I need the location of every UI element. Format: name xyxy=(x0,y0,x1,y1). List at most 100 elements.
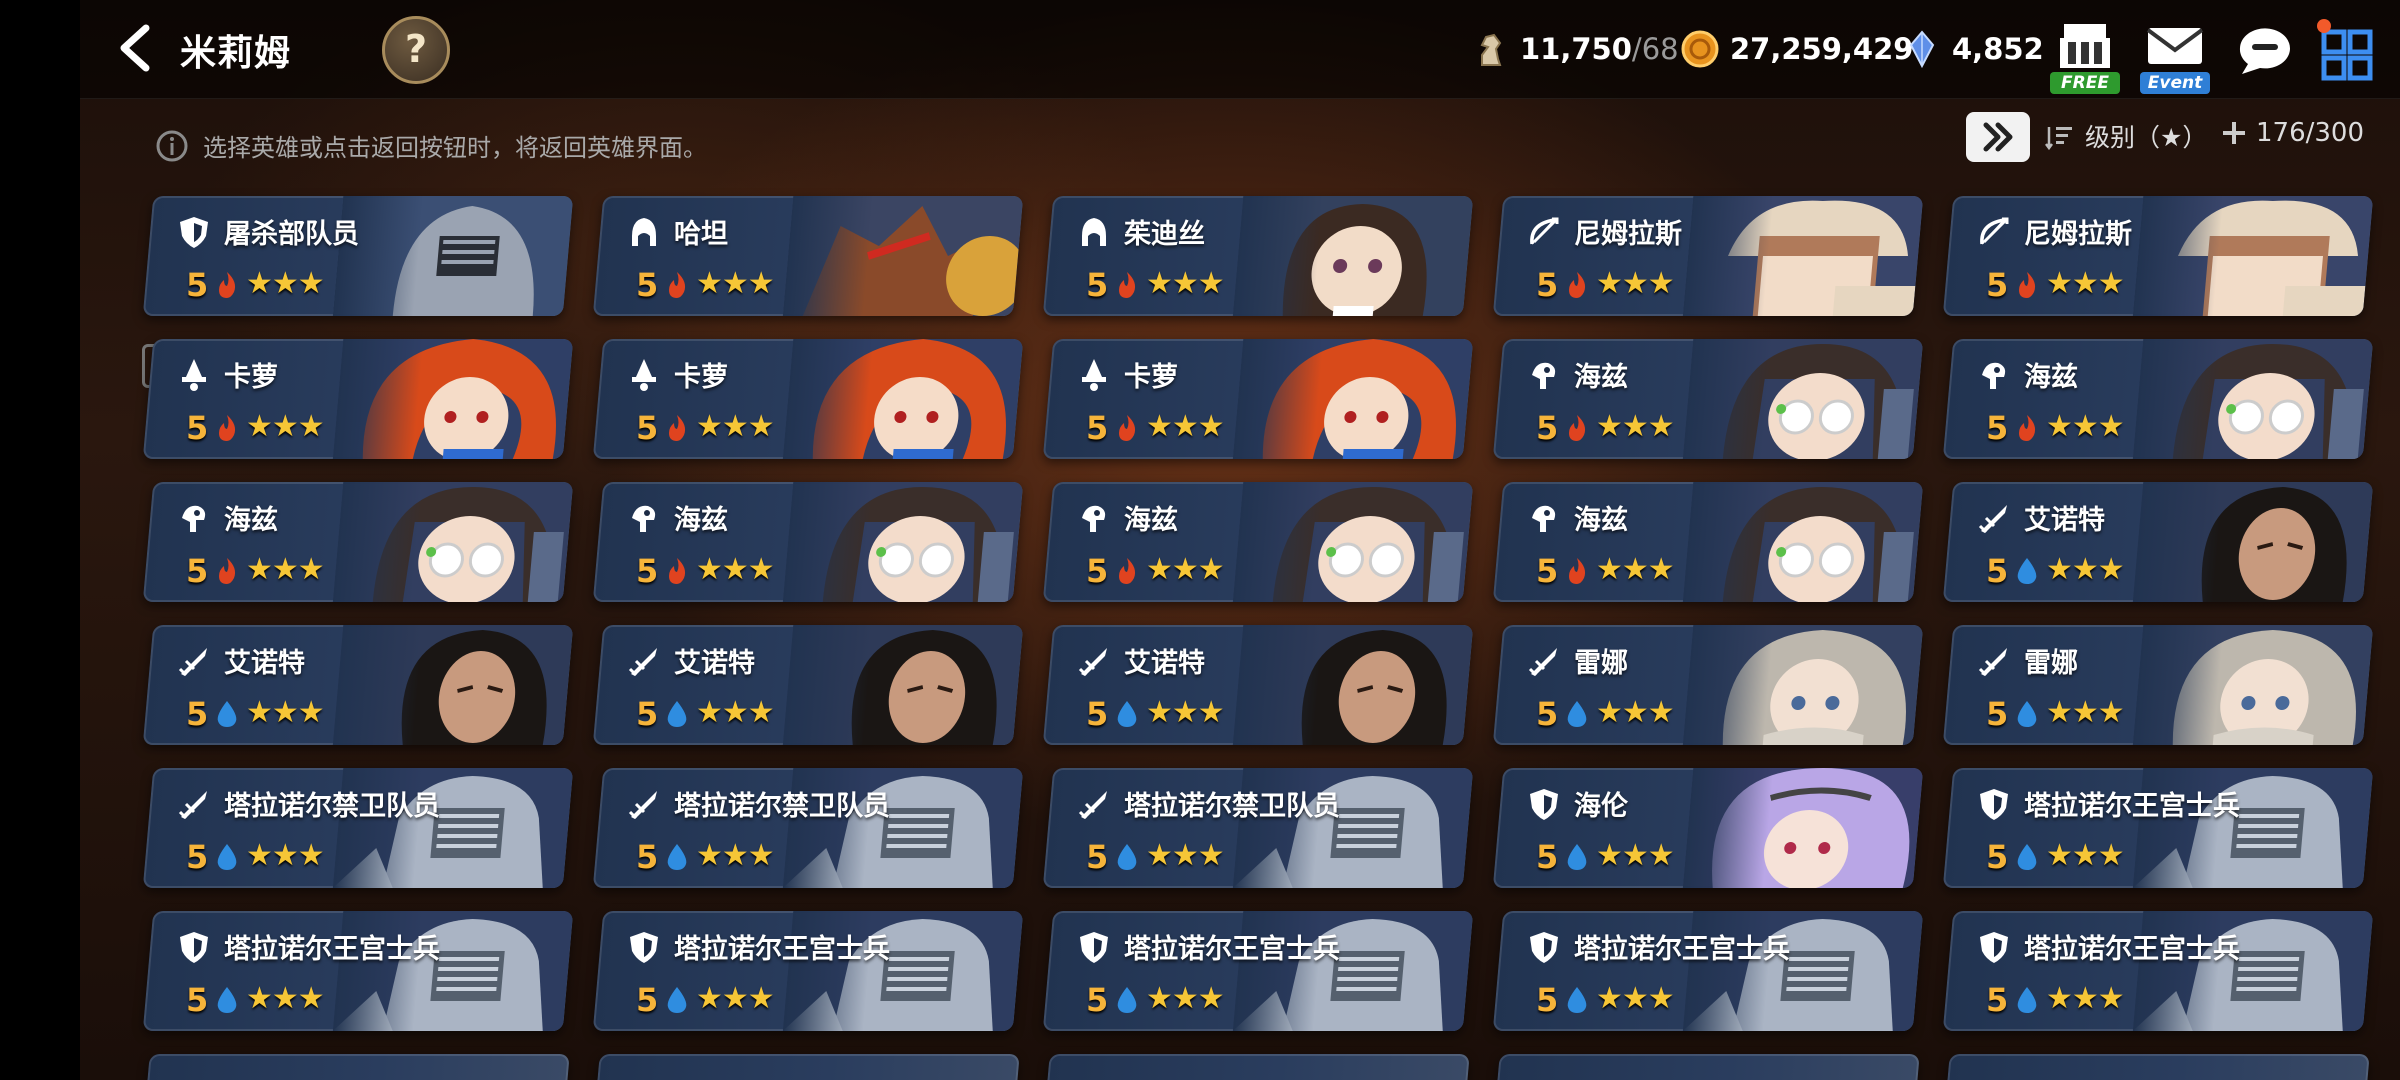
hero-card[interactable]: 卡萝 5 ★★★ xyxy=(592,339,1024,459)
hero-level: 5 xyxy=(636,552,659,590)
hero-card[interactable]: 尼姆拉斯 5 ★★★ xyxy=(1942,196,2374,316)
hero-name: 海兹 xyxy=(674,505,728,536)
fast-forward-button[interactable] xyxy=(1966,112,2030,162)
hero-card[interactable]: 屠杀部队员 5 ★★★ xyxy=(142,196,574,316)
hero-level: 5 xyxy=(636,981,659,1019)
hero-level: 5 xyxy=(1986,552,2009,590)
hero-card[interactable]: 海兹 5 ★★★ xyxy=(142,482,574,602)
hero-level: 5 xyxy=(186,695,209,733)
sort-button[interactable]: 级别（★） xyxy=(2045,118,2207,154)
hero-card[interactable]: 艾诺特 5 ★★★ xyxy=(592,625,1024,745)
hero-card[interactable]: 艾诺特 5 ★★★ xyxy=(142,625,574,745)
hero-level: 5 xyxy=(1986,266,2009,304)
hero-stars: ★★★ xyxy=(2046,409,2124,444)
crystal-counter: 4,852 xyxy=(1902,26,2044,72)
hero-card[interactable]: 艾诺特 5 ★★★ xyxy=(1042,625,1474,745)
hero-name: 茱迪丝 xyxy=(1124,219,1205,250)
hero-stars: ★★★ xyxy=(2046,838,2124,873)
back-button[interactable] xyxy=(110,20,166,76)
hero-card[interactable]: 塔拉诺尔禁卫队员 5 ★★★ xyxy=(592,768,1024,888)
gift-icon xyxy=(2060,24,2110,68)
support-icon xyxy=(1532,505,1556,532)
hero-name: 塔拉诺尔王宫士兵 xyxy=(1574,934,1790,965)
hero-name: 尼姆拉斯 xyxy=(1574,219,1682,250)
hero-card[interactable]: 塔拉诺尔王宫士兵 5 ★★★ xyxy=(142,911,574,1031)
hero-name: 哈坦 xyxy=(674,219,728,250)
sword-icon xyxy=(1978,505,2007,534)
hero-card-partial[interactable] xyxy=(1046,1054,1470,1080)
hero-card-partial[interactable] xyxy=(146,1054,570,1080)
hero-card[interactable]: 塔拉诺尔王宫士兵 5 ★★★ xyxy=(1492,911,1924,1031)
notification-dot xyxy=(2317,19,2331,33)
hero-stars: ★★★ xyxy=(696,409,774,444)
hero-stars: ★★★ xyxy=(1146,838,1224,873)
crystal-icon xyxy=(1909,30,1935,69)
water-element-icon xyxy=(667,987,687,1013)
hero-card[interactable]: 哈坦 5 ★★★ xyxy=(592,196,1024,316)
hero-card[interactable]: 塔拉诺尔王宫士兵 5 ★★★ xyxy=(592,911,1024,1031)
hero-card[interactable]: 海伦 5 ★★★ xyxy=(1492,768,1924,888)
hero-card[interactable]: 海兹 5 ★★★ xyxy=(1492,482,1924,602)
hero-card[interactable]: 塔拉诺尔禁卫队员 5 ★★★ xyxy=(142,768,574,888)
hero-stars: ★★★ xyxy=(696,695,774,730)
hero-level: 5 xyxy=(1536,266,1559,304)
event-mail-button[interactable]: Event xyxy=(2140,18,2210,94)
hero-card[interactable]: 塔拉诺尔王宫士兵 5 ★★★ xyxy=(1942,768,2374,888)
fire-element-icon xyxy=(219,272,236,298)
hero-card[interactable]: 塔拉诺尔王宫士兵 5 ★★★ xyxy=(1942,911,2374,1031)
chat-button[interactable] xyxy=(2230,20,2300,96)
hero-card[interactable]: 塔拉诺尔禁卫队员 5 ★★★ xyxy=(1042,768,1474,888)
hero-card[interactable]: 塔拉诺尔王宫士兵 5 ★★★ xyxy=(1042,911,1474,1031)
hero-name: 艾诺特 xyxy=(2024,505,2105,536)
water-element-icon xyxy=(217,701,237,727)
hero-level: 5 xyxy=(1086,695,1109,733)
menu-button[interactable] xyxy=(2312,18,2382,94)
hero-card[interactable]: 茱迪丝 5 ★★★ xyxy=(1042,196,1474,316)
hero-stars: ★★★ xyxy=(1596,981,1674,1016)
hero-name: 艾诺特 xyxy=(1124,648,1205,679)
water-element-icon xyxy=(2017,701,2037,727)
hero-name: 塔拉诺尔王宫士兵 xyxy=(2024,934,2240,965)
sword-icon xyxy=(1978,648,2007,677)
hero-card-partial[interactable] xyxy=(596,1054,1020,1080)
hero-card[interactable]: 卡萝 5 ★★★ xyxy=(1042,339,1474,459)
hero-card[interactable]: 卡萝 5 ★★★ xyxy=(142,339,574,459)
hero-card[interactable]: 海兹 5 ★★★ xyxy=(1492,339,1924,459)
hero-level: 5 xyxy=(1536,838,1559,876)
hero-level: 5 xyxy=(186,838,209,876)
sword-icon xyxy=(1078,648,1107,677)
hero-card-partial[interactable] xyxy=(1946,1054,2370,1080)
support-icon xyxy=(1982,362,2006,389)
fire-element-icon xyxy=(219,558,236,584)
hero-name: 塔拉诺尔禁卫队员 xyxy=(1124,791,1340,822)
sword-icon xyxy=(1078,791,1107,820)
water-element-icon xyxy=(217,844,237,870)
hero-card[interactable]: 艾诺特 5 ★★★ xyxy=(1942,482,2374,602)
hero-level: 5 xyxy=(1986,981,2009,1019)
mage-icon xyxy=(1082,359,1106,391)
hero-card[interactable]: 海兹 5 ★★★ xyxy=(1942,339,2374,459)
hero-card[interactable]: 雷娜 5 ★★★ xyxy=(1942,625,2374,745)
shield-icon xyxy=(1530,932,1558,963)
hero-level: 5 xyxy=(1986,409,2009,447)
water-element-icon xyxy=(1567,844,1587,870)
help-button[interactable]: ? xyxy=(382,16,450,84)
fire-element-icon xyxy=(2019,415,2036,441)
fire-element-icon xyxy=(1119,558,1136,584)
water-element-icon xyxy=(2017,987,2037,1013)
hero-card[interactable]: 雷娜 5 ★★★ xyxy=(1492,625,1924,745)
free-button[interactable]: FREE xyxy=(2050,18,2120,94)
hero-card[interactable]: 海兹 5 ★★★ xyxy=(1042,482,1474,602)
hero-count[interactable]: 176/300 xyxy=(2220,118,2364,148)
sort-label: 级别（★） xyxy=(2085,123,2208,152)
hero-card[interactable]: 尼姆拉斯 5 ★★★ xyxy=(1492,196,1924,316)
sort-filter-icon xyxy=(2045,127,2072,151)
water-element-icon xyxy=(1117,701,1137,727)
hero-name: 卡萝 xyxy=(1124,362,1178,393)
bow-icon xyxy=(1530,217,1559,245)
hero-level: 5 xyxy=(1536,409,1559,447)
support-icon xyxy=(1532,362,1556,389)
hero-card[interactable]: 海兹 5 ★★★ xyxy=(592,482,1024,602)
support-icon xyxy=(632,505,656,532)
hero-card-partial[interactable] xyxy=(1496,1054,1920,1080)
